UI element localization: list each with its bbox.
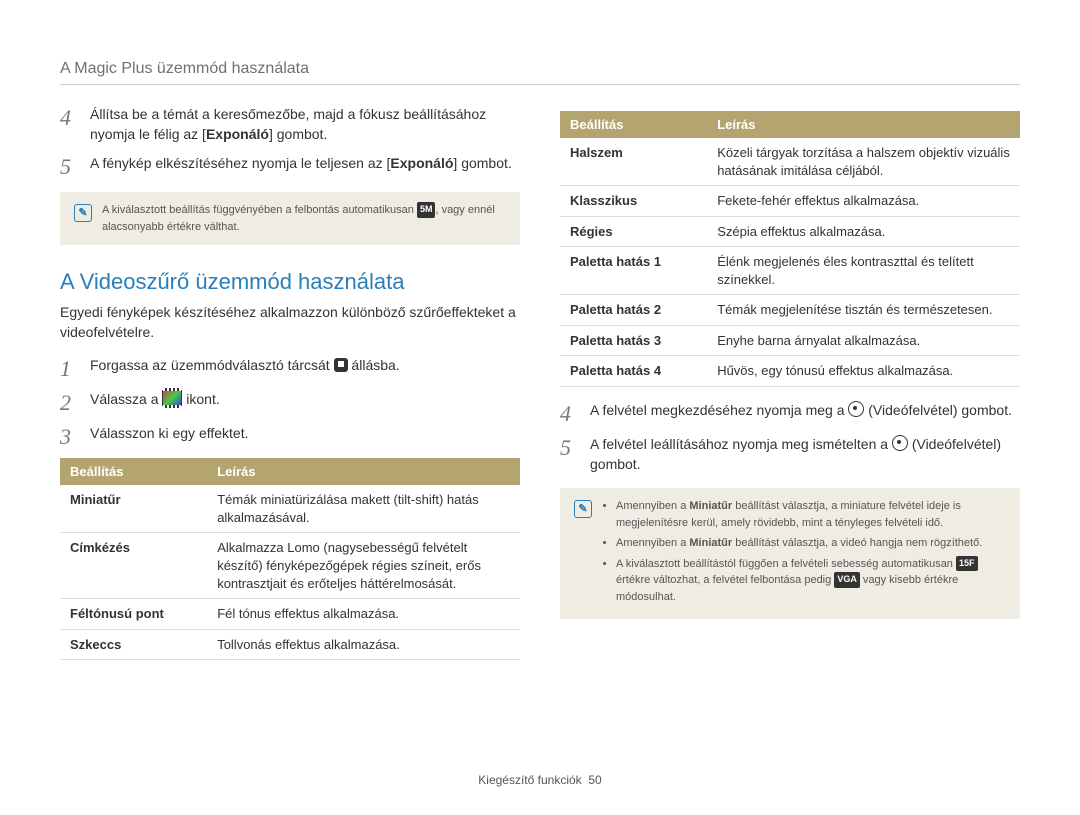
record-icon [892,435,908,451]
note-item: Amennyiben a Miniatűr beállítást választ… [616,535,1006,552]
record-icon [848,401,864,417]
step-number: 3 [60,424,78,448]
step-number: 2 [60,390,78,414]
cell-desc: Fekete-fehér effektus alkalmazása. [707,186,1020,217]
cell-setting: Halszem [560,138,707,186]
step: 3 Válasszon ki egy effektet. [60,424,520,448]
settings-table-right: Beállítás Leírás HalszemKözeli tárgyak t… [560,111,1020,387]
step-text: A felvétel megkezdéséhez nyomja meg a (V… [590,401,1012,425]
step-text: Válassza a ikont. [90,390,220,414]
info-icon: ✎ [574,500,592,518]
th-desc: Leírás [207,458,520,485]
table-row: HalszemKözeli tárgyak torzítása a halsze… [560,138,1020,186]
cell-setting: Paletta hatás 2 [560,295,707,326]
step-number: 1 [60,356,78,380]
table-row: Paletta hatás 3Enyhe barna árnyalat alka… [560,325,1020,356]
right-column: Beállítás Leírás HalszemKözeli tárgyak t… [560,105,1020,660]
cell-desc: Szépia effektus alkalmazása. [707,216,1020,247]
note-b-list: Amennyiben a Miniatűr beállítást választ… [602,498,1006,609]
cell-desc: Hűvös, egy tónusú effektus alkalmazása. [707,356,1020,387]
cell-desc: Közeli tárgyak torzítása a halszem objek… [707,138,1020,186]
steps-group-a: 4 Állítsa be a témát a keresőmezőbe, majd… [60,105,520,178]
section-intro: Egyedi fényképek készítéséhez alkalmazzo… [60,303,520,342]
section-title: A Videoszűrő üzemmód használata [60,269,520,295]
table-row: Féltónusú pontFél tónus effektus alkalma… [60,599,520,630]
step: 4 Állítsa be a témát a keresőmezőbe, majd… [60,105,520,144]
tbody-left: MiniatűrTémák miniatürizálása makett (ti… [60,485,520,659]
cell-setting: Paletta hatás 3 [560,325,707,356]
info-icon: ✎ [74,204,92,222]
table-row: KlasszikusFekete-fehér effektus alkalmaz… [560,186,1020,217]
step: 5 A felvétel leállításához nyomja meg ism… [560,435,1020,474]
cell-desc: Tollvonás effektus alkalmazása. [207,629,520,660]
mode-dial-icon [334,358,348,372]
step: 2 Válassza a ikont. [60,390,520,414]
cell-desc: Enyhe barna árnyalat alkalmazása. [707,325,1020,356]
movie-filter-icon [162,390,182,406]
note-item: A kiválasztott beállítástól függően a fe… [616,556,1006,606]
cell-setting: Paletta hatás 1 [560,247,707,295]
step-number: 5 [60,154,78,178]
th-setting: Beállítás [60,458,207,485]
table-row: Paletta hatás 2Témák megjelenítése tiszt… [560,295,1020,326]
cell-desc: Témák megjelenítése tisztán és természet… [707,295,1020,326]
cell-setting: Klasszikus [560,186,707,217]
cell-desc: Fél tónus effektus alkalmazása. [207,599,520,630]
step-text: Állítsa be a témát a keresőmezőbe, majd … [90,105,520,144]
footer: Kiegészítő funkciók 50 [0,773,1080,787]
table-row: CímkézésAlkalmazza Lomo (nagysebességű f… [60,533,520,599]
cell-desc: Témák miniatürizálása makett (tilt-shift… [207,485,520,533]
table-row: MiniatűrTémák miniatürizálása makett (ti… [60,485,520,533]
table-row: RégiesSzépia effektus alkalmazása. [560,216,1020,247]
note-item: Amennyiben a Miniatűr beállítást választ… [616,498,1006,531]
cell-desc: Élénk megjelenés éles kontraszttal és te… [707,247,1020,295]
cell-setting: Régies [560,216,707,247]
table-row: Paletta hatás 1Élénk megjelenés éles kon… [560,247,1020,295]
steps-group-right: 4 A felvétel megkezdéséhez nyomja meg a (… [560,401,1020,474]
cell-setting: Miniatűr [60,485,207,533]
step: 1 Forgassa az üzemmódválasztó tárcsát áll… [60,356,520,380]
note-a-text: A kiválasztott beállítás függvényében a … [102,202,506,235]
tbody-right: HalszemKözeli tárgyak torzítása a halsze… [560,138,1020,386]
step-text: A felvétel leállításához nyomja meg ismé… [590,435,1020,474]
cell-setting: Féltónusú pont [60,599,207,630]
cell-setting: Címkézés [60,533,207,599]
cell-setting: Paletta hatás 4 [560,356,707,387]
th-setting: Beállítás [560,111,707,138]
th-desc: Leírás [707,111,1020,138]
step-number: 4 [60,105,78,144]
note-a: ✎ A kiválasztott beállítás függvényében … [60,192,520,245]
cell-setting: Szkeccs [60,629,207,660]
step: 5 A fénykép elkészítéséhez nyomja le telj… [60,154,520,178]
steps-group-b: 1 Forgassa az üzemmódválasztó tárcsát áll… [60,356,520,448]
table-row: SzkeccsTollvonás effektus alkalmazása. [60,629,520,660]
step-number: 5 [560,435,578,474]
step: 4 A felvétel megkezdéséhez nyomja meg a (… [560,401,1020,425]
note-b: ✎ Amennyiben a Miniatűr beállítást válas… [560,488,1020,619]
step-text: Válasszon ki egy effektet. [90,424,249,448]
step-text: Forgassa az üzemmódválasztó tárcsát állá… [90,356,400,380]
settings-table-left: Beállítás Leírás MiniatűrTémák miniatüri… [60,458,520,660]
cell-desc: Alkalmazza Lomo (nagysebességű felvételt… [207,533,520,599]
left-column: 4 Állítsa be a témát a keresőmezőbe, majd… [60,105,520,660]
step-number: 4 [560,401,578,425]
step-text: A fénykép elkészítéséhez nyomja le telje… [90,154,512,178]
table-row: Paletta hatás 4Hűvös, egy tónusú effektu… [560,356,1020,387]
page-header: A Magic Plus üzemmód használata [60,60,1020,85]
